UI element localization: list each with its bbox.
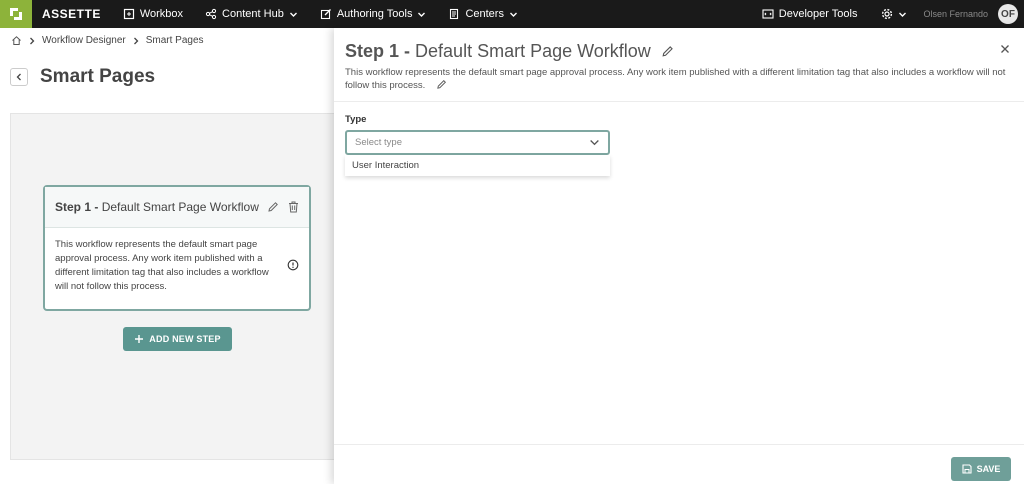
pencil-icon[interactable]: [267, 201, 279, 213]
drawer-title: Step 1 - Default Smart Page Workflow: [345, 41, 674, 62]
drawer-title-prefix: Step 1 -: [345, 41, 411, 61]
avatar[interactable]: OF: [998, 4, 1018, 24]
drawer-description: This workflow represents the default sma…: [345, 66, 1013, 92]
save-button[interactable]: SAVE: [951, 457, 1011, 481]
step-card-body: This workflow represents the default sma…: [45, 228, 309, 304]
step-card-prefix: Step 1 -: [55, 200, 99, 214]
nav-content-hub[interactable]: Content Hub: [205, 8, 298, 20]
page-title: Smart Pages: [40, 66, 156, 87]
home-icon[interactable]: [11, 35, 22, 46]
edit-square-icon: [320, 9, 331, 20]
breadcrumb-workflow-designer[interactable]: Workflow Designer: [42, 35, 126, 46]
save-label: SAVE: [976, 464, 1001, 474]
type-label: Type: [345, 114, 367, 125]
developer-tools-icon: [762, 9, 774, 19]
nav-authoring-tools[interactable]: Authoring Tools: [320, 8, 427, 20]
chevron-down-icon: [590, 140, 599, 146]
gear-icon: [882, 8, 893, 20]
nav-workbox[interactable]: Workbox: [123, 8, 183, 20]
top-navbar: ASSETTE Workbox Content Hub Authoring To…: [0, 0, 1024, 28]
plus-icon: [135, 335, 144, 343]
add-new-step-button[interactable]: ADD NEW STEP: [123, 327, 232, 351]
brand-name[interactable]: ASSETTE: [42, 7, 101, 21]
pencil-icon[interactable]: [661, 45, 674, 58]
workbox-icon: [123, 8, 134, 20]
chevron-right-icon: [30, 37, 35, 44]
type-dropdown-menu: User Interaction: [345, 155, 610, 176]
chevron-down-icon: [509, 12, 517, 17]
nav-right-group: Developer Tools Olsen Fernando OF: [762, 0, 1018, 28]
settings-menu[interactable]: [881, 8, 907, 20]
step-card-name: Default Smart Page Workflow: [101, 200, 259, 214]
step-card-title: Step 1 - Default Smart Page Workflow: [55, 200, 259, 214]
chevron-down-icon: [289, 12, 297, 17]
step-card-description: This workflow represents the default sma…: [55, 239, 269, 292]
user-name[interactable]: Olsen Fernando: [923, 9, 988, 19]
drawer-footer-divider: [334, 444, 1024, 445]
close-icon[interactable]: [1000, 44, 1010, 54]
share-icon: [205, 8, 217, 20]
step-card[interactable]: Step 1 - Default Smart Page Workflow Thi…: [43, 185, 311, 311]
type-select-placeholder: Select type: [355, 137, 402, 148]
nav-centers[interactable]: Centers: [448, 8, 518, 20]
nav-centers-label: Centers: [465, 8, 504, 20]
nav-authoring-tools-label: Authoring Tools: [336, 8, 413, 20]
step-card-actions: [267, 201, 299, 213]
assette-logo-icon[interactable]: [0, 0, 32, 28]
back-button[interactable]: [10, 68, 28, 86]
breadcrumb: Workflow Designer Smart Pages: [11, 35, 204, 46]
nav-workbox-label: Workbox: [139, 8, 184, 20]
drawer-title-name: Default Smart Page Workflow: [415, 41, 651, 61]
drawer-divider: [334, 101, 1024, 102]
trash-icon[interactable]: [288, 201, 299, 213]
save-icon: [962, 464, 972, 474]
breadcrumb-smart-pages[interactable]: Smart Pages: [146, 35, 204, 46]
type-select[interactable]: Select type: [345, 130, 610, 155]
nav-content-hub-label: Content Hub: [222, 8, 284, 20]
chevron-down-icon: [418, 12, 426, 17]
document-icon: [450, 8, 459, 20]
chevron-down-icon: [899, 12, 907, 17]
step-card-header: Step 1 - Default Smart Page Workflow: [45, 187, 309, 228]
step-edit-drawer: Step 1 - Default Smart Page Workflow Thi…: [334, 28, 1024, 484]
chevron-left-icon: [16, 73, 21, 81]
nav-developer-tools[interactable]: Developer Tools: [762, 8, 858, 20]
pencil-icon[interactable]: [436, 79, 447, 90]
add-new-step-label: ADD NEW STEP: [149, 334, 221, 344]
developer-tools-label: Developer Tools: [778, 8, 858, 20]
info-icon[interactable]: [287, 259, 299, 271]
chevron-right-icon: [133, 37, 139, 44]
type-option-user-interaction[interactable]: User Interaction: [352, 160, 419, 171]
